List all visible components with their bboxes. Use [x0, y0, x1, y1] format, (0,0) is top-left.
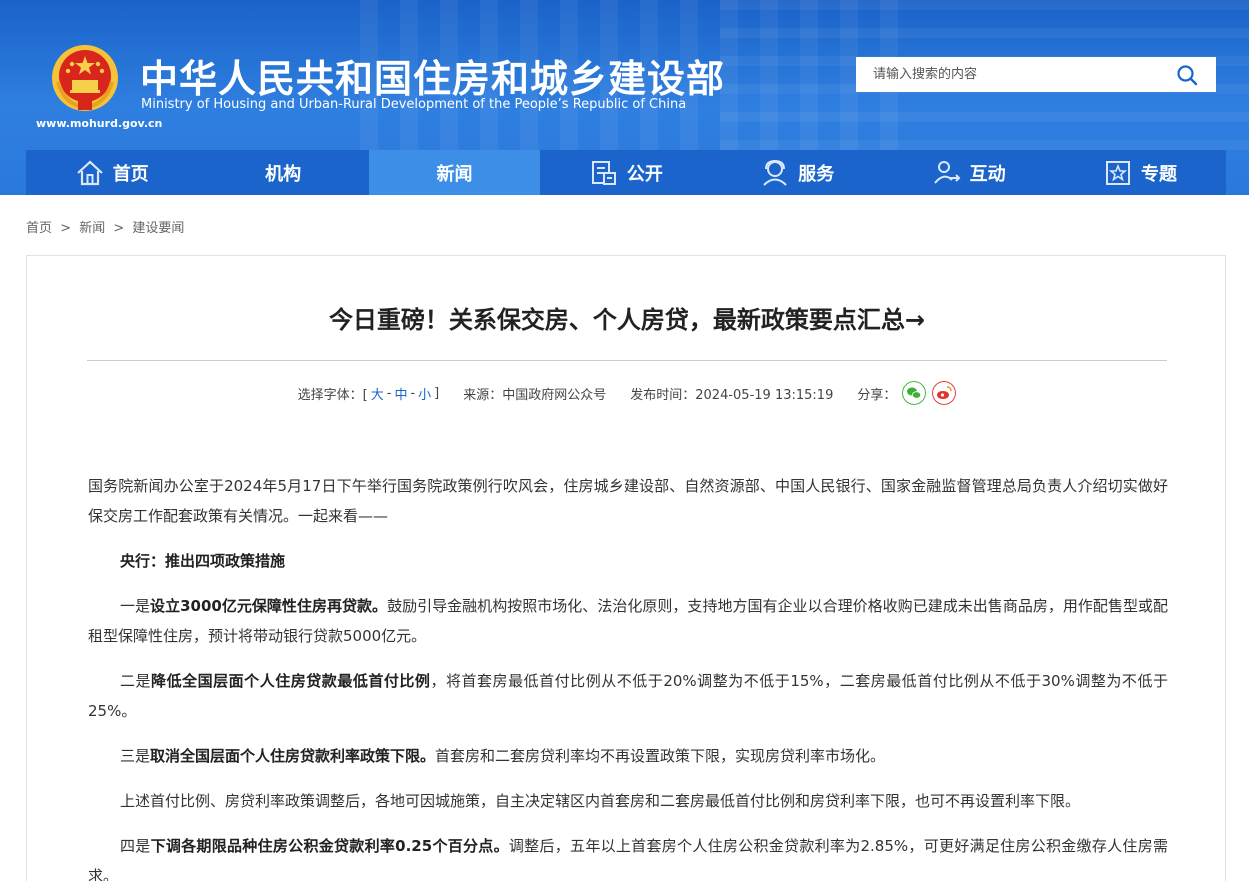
share-group: 分享：	[857, 381, 957, 405]
nav-label: 新闻	[436, 163, 473, 185]
article-paragraph: 上述首付比例、房贷利率政策调整后，各地可因城施策，自主决定辖区内首套房和二套房最…	[120, 792, 1081, 810]
nav-item-organization[interactable]: 机构	[197, 150, 368, 195]
site-title[interactable]: 中华人民共和国住房和城乡建设部	[140, 48, 725, 103]
wechat-share-icon[interactable]	[902, 381, 927, 405]
document-icon	[591, 160, 616, 185]
font-size-small[interactable]: 小	[418, 384, 431, 403]
article-source: 来源：中国政府网公众号	[463, 387, 607, 403]
nav-label: 首页	[112, 163, 149, 185]
article-paragraph: 二是降低全国层面个人住房贷款最低首付比例，将首套房最低首付比例从不低于20%调整…	[88, 666, 1168, 726]
breadcrumb-news[interactable]: 新闻	[79, 221, 105, 236]
font-size-large[interactable]: 大	[371, 384, 384, 403]
breadcrumb-separator: >	[113, 221, 125, 236]
nav-label: 专题	[1141, 163, 1178, 185]
article-paragraph: 一是设立3000亿元保障性住房再贷款。鼓励引导金融机构按照市场化、法治化原则，支…	[88, 591, 1168, 651]
section-heading-text: 央行：推出四项政策措施	[120, 552, 286, 570]
breadcrumb-home[interactable]: 首页	[26, 221, 52, 236]
nav-label: 服务	[798, 163, 835, 185]
paragraph-bold-text: 取消全国层面个人住房贷款利率政策下限。	[150, 747, 436, 765]
weibo-share-icon[interactable]	[932, 381, 957, 405]
nav-item-public[interactable]: 公开	[540, 150, 711, 195]
nav-label: 机构	[265, 163, 302, 185]
home-icon	[76, 160, 103, 185]
font-size-dash: -	[386, 385, 392, 401]
nav-item-service[interactable]: 服务	[712, 150, 883, 195]
paragraph-bold-text: 设立3000亿元保障性住房再贷款。	[150, 597, 388, 615]
nav-label: 互动	[969, 163, 1006, 185]
article-body: 国务院新闻办公室于2024年5月17日下午举行国务院政策例行吹风会，住房城乡建设…	[88, 471, 1168, 881]
font-size-close: ]	[434, 385, 440, 401]
site-url: www.mohurd.gov.cn	[36, 117, 163, 130]
breadcrumb: 首页 > 新闻 > 建设要闻	[26, 217, 184, 236]
article-paragraph: 三是取消全国层面个人住房贷款利率政策下限。首套房和二套房贷利率均不再设置政策下限…	[88, 741, 1168, 771]
main-nav: 首页 机构 新闻 公开 服务 互动 专题	[26, 150, 1226, 195]
nav-item-topics[interactable]: 专题	[1054, 150, 1225, 195]
font-size-dash: -	[410, 385, 416, 401]
nav-item-home[interactable]: 首页	[26, 150, 197, 195]
article-paragraph: 国务院新闻办公室于2024年5月17日下午举行国务院政策例行吹风会，住房城乡建设…	[88, 477, 1168, 525]
interaction-icon	[933, 160, 961, 184]
service-icon	[763, 159, 787, 186]
nav-item-news[interactable]: 新闻	[368, 150, 541, 195]
paragraph-bold-text: 下调各期限品种住房公积金贷款利率0.25个百分点。	[150, 837, 509, 855]
article-title: 今日重磅！关系保交房、个人房贷，最新政策要点汇总→	[328, 306, 926, 334]
nav-item-interaction[interactable]: 互动	[883, 150, 1054, 195]
font-size-label: 选择字体：[	[297, 387, 368, 403]
site-header: www.mohurd.gov.cn 中华人民共和国住房和城乡建设部 Minist…	[0, 0, 1249, 195]
paragraph-text: 二是	[120, 672, 152, 690]
share-label: 分享：	[857, 387, 897, 403]
paragraph-text: 首套房和二套房贷利率均不再设置政策下限，实现房贷利率市场化。	[435, 747, 886, 765]
search-icon[interactable]	[1176, 64, 1198, 86]
site-subtitle: Ministry of Housing and Urban-Rural Deve…	[141, 97, 687, 112]
article-section-heading: 央行：推出四项政策措施	[88, 546, 1168, 576]
national-emblem-icon[interactable]	[50, 42, 120, 114]
search-input[interactable]	[856, 57, 1166, 92]
nav-label: 公开	[626, 163, 663, 185]
font-size-selector: 选择字体：[ 大 - 中 - 小 ]	[298, 384, 440, 403]
paragraph-bold-text: 降低全国层面个人住房贷款最低首付比例	[151, 672, 431, 690]
title-divider	[87, 360, 1167, 361]
breadcrumb-separator: >	[60, 221, 72, 236]
search-box	[856, 57, 1216, 92]
article-container: 今日重磅！关系保交房、个人房贷，最新政策要点汇总→ 选择字体：[ 大 - 中 -…	[26, 255, 1226, 881]
font-size-medium[interactable]: 中	[394, 384, 407, 403]
paragraph-text: 三是	[120, 747, 151, 765]
paragraph-text: 四是	[120, 837, 151, 855]
publish-time: 发布时间：2024-05-19 13:15:19	[630, 387, 834, 403]
star-icon	[1106, 160, 1131, 185]
paragraph-text: 一是	[120, 597, 151, 615]
breadcrumb-construction-news[interactable]: 建设要闻	[132, 221, 184, 236]
article-meta: 选择字体：[ 大 - 中 - 小 ] 来源：中国政府网公众号 发布时间：2024…	[27, 381, 1227, 405]
article-paragraph: 四是下调各期限品种住房公积金贷款利率0.25个百分点。调整后，五年以上首套房个人…	[88, 831, 1168, 881]
